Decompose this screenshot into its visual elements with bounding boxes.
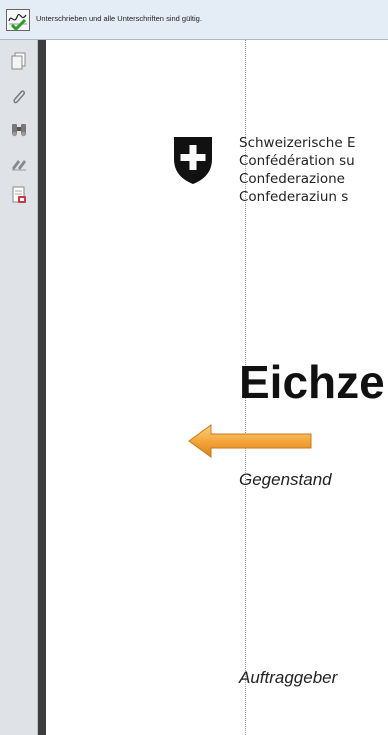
signature-valid-icon[interactable] bbox=[6, 9, 30, 31]
org-name-it: Confederazione bbox=[239, 171, 345, 187]
field-gegenstand-label: Gegenstand bbox=[239, 470, 332, 489]
document-properties-icon[interactable] bbox=[10, 186, 28, 204]
org-name-de: Schweizerische E bbox=[239, 135, 356, 151]
navigation-panel-toolbar bbox=[0, 40, 38, 735]
org-name-fr: Confédération su bbox=[239, 153, 355, 169]
org-name-rm: Confederaziun s bbox=[239, 189, 349, 205]
page-gutter bbox=[38, 40, 46, 735]
document-heading: Eichze bbox=[239, 356, 385, 408]
swiss-crest-logo bbox=[174, 137, 212, 184]
arrow-left-icon bbox=[188, 424, 312, 458]
signatures-icon[interactable] bbox=[10, 154, 28, 172]
signature-status-text: Unterschrieben und alle Unterschriften s… bbox=[36, 14, 202, 23]
document-page: Schweizerische E Confédération su Confed… bbox=[46, 40, 388, 735]
pages-icon[interactable] bbox=[10, 52, 28, 70]
search-binoculars-icon[interactable] bbox=[10, 120, 28, 138]
signature-status-bar: Unterschrieben und alle Unterschriften s… bbox=[0, 0, 388, 40]
attachment-icon[interactable] bbox=[10, 88, 28, 106]
field-auftraggeber-label: Auftraggeber bbox=[239, 668, 338, 687]
